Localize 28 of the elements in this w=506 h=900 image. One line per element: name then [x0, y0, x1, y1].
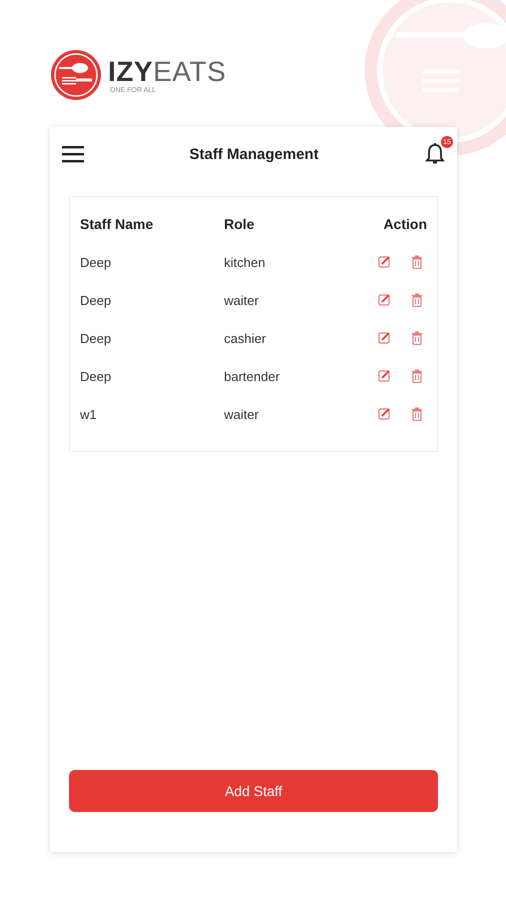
staff-name-cell-text: Deep: [80, 368, 112, 384]
staff-name-cell-text: w1: [80, 406, 98, 422]
edit-icon[interactable]: [378, 293, 391, 306]
edit-icon[interactable]: [378, 255, 391, 268]
menu-icon[interactable]: [62, 145, 84, 163]
role-cell-text: kitchen: [224, 254, 266, 270]
staff-name-cell-text: Deep: [80, 292, 112, 308]
delete-icon[interactable]: [411, 255, 423, 269]
delete-icon[interactable]: [411, 369, 423, 383]
edit-icon[interactable]: [378, 331, 391, 344]
role-cell-text: bartender: [224, 368, 281, 384]
column-header: Staff Name: [80, 216, 154, 232]
edit-icon[interactable]: [378, 369, 391, 382]
staff-name-cell-text: Deep: [80, 330, 112, 346]
add-staff-button[interactable]: Add Staff: [69, 770, 438, 812]
page-title: Staff Management: [189, 146, 319, 162]
column-header: Role: [224, 216, 256, 232]
delete-icon[interactable]: [411, 407, 423, 421]
role-cell-text: waiter: [224, 292, 260, 308]
role-cell-text: waiter: [224, 406, 260, 422]
brand-name: IZYEATS: [108, 56, 226, 86]
edit-icon[interactable]: [378, 407, 391, 420]
delete-icon[interactable]: [411, 293, 423, 307]
logo-icon: [50, 49, 102, 101]
column-header: Action: [382, 216, 427, 232]
role-cell-text: cashier: [224, 330, 267, 346]
delete-icon[interactable]: [411, 331, 423, 345]
staff-name-cell-text: Deep: [80, 254, 112, 270]
